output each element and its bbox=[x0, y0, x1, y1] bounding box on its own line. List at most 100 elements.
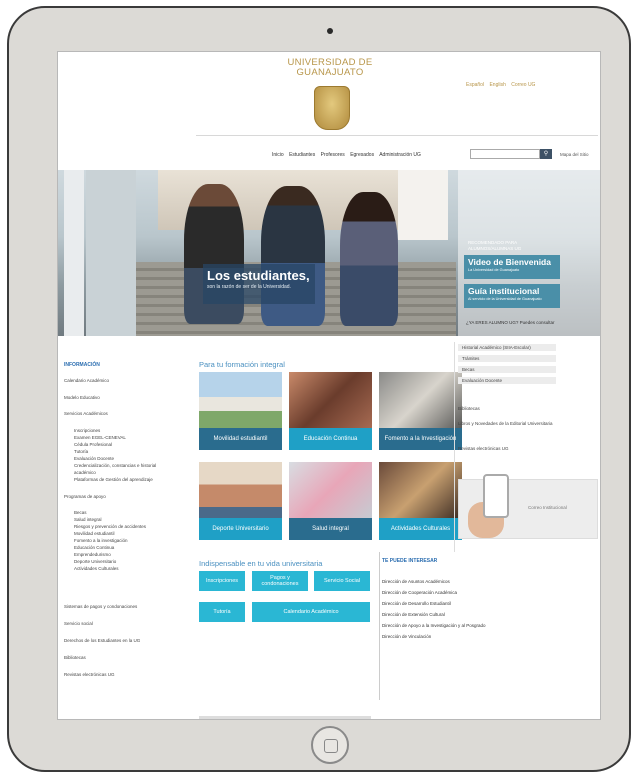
video-sub: La Universidad de Guanajuato bbox=[468, 268, 520, 272]
tile-image bbox=[199, 462, 282, 518]
alumno-heading: ¿YA ERES ALUMNO UG? Puedes consultar bbox=[466, 320, 555, 325]
tile-educacion-continua[interactable]: Educación Continua bbox=[289, 372, 372, 450]
hero-title: Los estudiantes, bbox=[207, 268, 310, 283]
scroll-indicator[interactable] bbox=[199, 716, 371, 719]
interes-item[interactable]: Dirección de Apoyo a la Investigación y … bbox=[382, 623, 486, 628]
tile-fomento-investigacion[interactable]: Fomento a la Investigación bbox=[379, 372, 462, 450]
sidebar-subitem[interactable]: Inscripciones bbox=[74, 428, 100, 433]
hero-caption: Los estudiantes, son la razón de ser de … bbox=[203, 264, 315, 304]
sidebar-subitem[interactable]: Riesgos y prevención de accidentes bbox=[74, 524, 146, 529]
video-bienvenida-card[interactable]: Video de Bienvenida La Universidad de Gu… bbox=[464, 255, 560, 279]
interes-item[interactable]: Dirección de Asuntos Académicos bbox=[382, 579, 450, 584]
right-extra-item[interactable]: Revistas electrónicas UG bbox=[458, 446, 556, 452]
smartphone-icon bbox=[483, 474, 509, 518]
hero-pillar bbox=[64, 170, 84, 336]
interes-item[interactable]: Dirección de Desarrollo Estudiantil bbox=[382, 601, 451, 606]
right-list-item[interactable]: Becas bbox=[458, 366, 556, 373]
tile-image bbox=[289, 372, 372, 428]
header-divider bbox=[196, 135, 598, 136]
hero-column bbox=[398, 170, 448, 240]
inscripciones-button[interactable]: Inscripciones bbox=[199, 571, 245, 591]
right-list-item[interactable]: Evaluación Docente bbox=[458, 377, 556, 384]
tile-label: Salud integral bbox=[289, 518, 372, 540]
sidebar-item-pagos[interactable]: Sistemas de pagos y condonaciones bbox=[64, 604, 137, 609]
tile-movilidad[interactable]: Movilidad estudiantil bbox=[199, 372, 282, 450]
tile-label: Fomento a la Investigación bbox=[379, 428, 462, 450]
calendario-button[interactable]: Calendario Académico bbox=[252, 602, 370, 622]
right-list-item[interactable]: Historial Académico (SIIA-Escolar) bbox=[458, 344, 556, 351]
interes-item[interactable]: Dirección de Extensión Cultural bbox=[382, 612, 445, 617]
nav-item-administracion[interactable]: Administración UG bbox=[379, 152, 421, 158]
servicio-social-button[interactable]: Servicio Social bbox=[314, 571, 370, 591]
sidebar-subitem[interactable]: Fomento a la investigación bbox=[74, 538, 128, 543]
tile-label: Movilidad estudiantil bbox=[199, 428, 282, 450]
sidebar-subitem[interactable]: Examen EGEL-CENEVAL bbox=[74, 435, 126, 440]
hero-student-3 bbox=[340, 192, 398, 326]
right-extra-item[interactable]: Bibliotecas bbox=[458, 406, 556, 412]
university-line2: GUANAJUATO bbox=[296, 67, 364, 78]
sidebar-item-derechos[interactable]: Derechos de los Estudiantes en la UG bbox=[64, 638, 140, 643]
hero-student-2 bbox=[261, 186, 325, 326]
tile-label: Deporte Universitario bbox=[199, 518, 282, 540]
recomendado-heading: RECOMENDADO PARA ALUMNOS/ALUMNAS UG bbox=[468, 240, 522, 251]
tutoria-button[interactable]: Tutoría bbox=[199, 602, 245, 622]
nav-item-inicio[interactable]: Inicio bbox=[272, 152, 284, 158]
hero-wall bbox=[86, 170, 136, 336]
correo-link[interactable]: Correo UG bbox=[511, 82, 535, 88]
sidebar-subitem[interactable]: Educación Continua bbox=[74, 545, 114, 550]
sidebar-subitem[interactable]: Becas bbox=[74, 510, 87, 515]
sidebar-item-calendario[interactable]: Calendario Académico bbox=[64, 378, 109, 383]
tile-label: Actividades Culturales bbox=[379, 518, 462, 540]
sidebar-subitem[interactable]: Movilidad estudiantil bbox=[74, 531, 115, 536]
university-seal-icon[interactable] bbox=[314, 86, 350, 130]
tile-actividades-culturales[interactable]: Actividades Culturales bbox=[379, 462, 462, 540]
lang-es-link[interactable]: Español bbox=[466, 82, 484, 88]
sidebar-subitem[interactable]: académico bbox=[74, 470, 96, 475]
section-formacion-heading[interactable]: Para tu formación integral bbox=[199, 360, 285, 369]
sidebar-item-modelo[interactable]: Modelo Educativo bbox=[64, 395, 100, 400]
sidebar-subitem[interactable]: Evaluación Docente bbox=[74, 456, 114, 461]
sidebar-subitem[interactable]: Tutoría bbox=[74, 449, 88, 454]
hero-right-panel bbox=[458, 170, 600, 336]
sidebar-item-revistas[interactable]: Revistas electrónicas UG bbox=[64, 672, 115, 677]
tile-image bbox=[289, 462, 372, 518]
te-puede-interesar-heading[interactable]: TE PUEDE INTERESAR bbox=[382, 558, 437, 564]
sidebar-item-servicio-social[interactable]: Servicio social bbox=[64, 621, 93, 626]
guia-institucional-card[interactable]: Guía institucional Al servicio de la Uni… bbox=[464, 284, 560, 308]
search-icon[interactable]: ⚲ bbox=[540, 149, 552, 159]
sidebar-item-programas[interactable]: Programas de apoyo bbox=[64, 494, 106, 499]
interes-item[interactable]: Dirección de Cooperación Académica bbox=[382, 590, 457, 595]
mapa-sitio-link[interactable]: Mapa del Sitio bbox=[560, 152, 589, 157]
sidebar-subitem[interactable]: Emprendedurismo bbox=[74, 552, 111, 557]
search-input[interactable] bbox=[470, 149, 540, 159]
sidebar-subitem[interactable]: Credencialización, constancias e histori… bbox=[74, 463, 156, 468]
home-button[interactable] bbox=[311, 726, 349, 764]
right-divider bbox=[454, 342, 455, 552]
tile-image bbox=[199, 372, 282, 428]
nav-item-estudiantes[interactable]: Estudiantes bbox=[289, 152, 315, 158]
nav-item-profesores[interactable]: Profesores bbox=[321, 152, 345, 158]
sidebar-subitem[interactable]: Cédula Profesional bbox=[74, 442, 112, 447]
sidebar-heading[interactable]: INFORMACIÓN bbox=[64, 362, 100, 368]
section-indispensable-heading[interactable]: Indispensable en tu vida universitaria bbox=[199, 559, 322, 568]
interes-item[interactable]: Dirección de Vinculación bbox=[382, 634, 431, 639]
sidebar-subitem[interactable]: Actividades Culturales bbox=[74, 566, 119, 571]
sidebar-subitem[interactable]: Plataformas de Gestión del aprendizaje bbox=[74, 477, 153, 482]
top-links: Español English Correo UG bbox=[466, 82, 539, 88]
video-title: Video de Bienvenida bbox=[468, 257, 551, 267]
nav-item-egresados[interactable]: Egresados bbox=[350, 152, 374, 158]
guia-sub: Al servicio de la Universidad de Guanaju… bbox=[468, 297, 542, 301]
sidebar-item-bibliotecas[interactable]: Bibliotecas bbox=[64, 655, 86, 660]
lang-en-link[interactable]: English bbox=[489, 82, 505, 88]
sidebar-item-servicios[interactable]: Servicios Académicos bbox=[64, 411, 108, 416]
interes-divider bbox=[379, 552, 380, 700]
main-nav: Inicio Estudiantes Profesores Egresados … bbox=[272, 152, 425, 158]
right-list-item[interactable]: Trámites bbox=[458, 355, 556, 362]
right-extra-item[interactable]: Libros y Novedades de la Editorial Unive… bbox=[458, 421, 556, 427]
tile-deporte[interactable]: Deporte Universitario bbox=[199, 462, 282, 540]
sidebar-subitem[interactable]: Deporte Universitario bbox=[74, 559, 116, 564]
tile-salud-integral[interactable]: Salud integral bbox=[289, 462, 372, 540]
sidebar-subitem[interactable]: Salud integral bbox=[74, 517, 102, 522]
pagos-button[interactable]: Pagos y condonaciones bbox=[252, 571, 308, 591]
university-name[interactable]: UNIVERSIDAD DE GUANAJUATO bbox=[282, 58, 378, 78]
